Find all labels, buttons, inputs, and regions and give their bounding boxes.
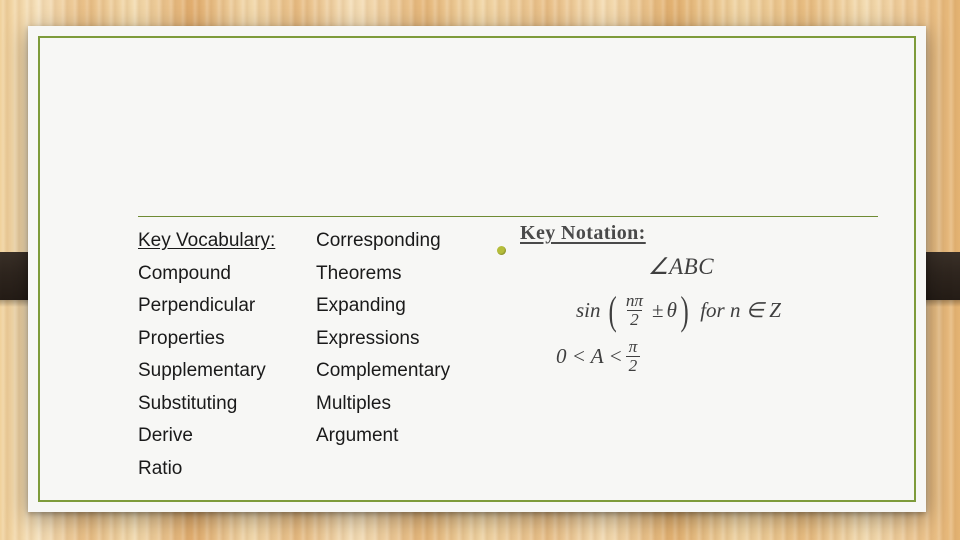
vocabulary-term: Argument — [316, 425, 399, 446]
vocabulary-term: Corresponding — [316, 230, 441, 251]
vocabulary-term: Complementary — [316, 360, 451, 381]
fraction-denominator: 2 — [625, 356, 641, 375]
vocabulary-term: Multiples — [316, 392, 391, 414]
vocabulary-term: Ratio — [138, 457, 183, 479]
vocabulary-term: Perpendicular — [138, 295, 256, 316]
key-vocabulary-block: Key Vocabulary: Corresponding Compound T… — [138, 225, 508, 485]
inequality-left: 0 < A < — [556, 344, 623, 369]
vocabulary-term: Expanding — [316, 295, 406, 316]
pi-over-two-fraction: π 2 — [625, 337, 641, 375]
vocabulary-term: Compound — [138, 262, 231, 284]
fraction-denominator: 2 — [627, 310, 642, 329]
vocabulary-term: Supplementary — [138, 360, 266, 381]
vocabulary-term: Expressions — [316, 327, 420, 349]
notation-angle-abc: ∠ABC — [648, 254, 715, 279]
slide-page: Key Vocabulary: Corresponding Compound T… — [28, 26, 926, 512]
vocabulary-term: Theorems — [316, 262, 402, 284]
vocabulary-term: Properties — [138, 327, 225, 349]
vocabulary-term — [316, 453, 508, 486]
vocabulary-row: Compound Theorems — [138, 258, 508, 291]
key-notation-heading: Key Notation: — [520, 222, 646, 244]
vocabulary-row: Ratio — [138, 453, 508, 486]
notation-inequality: 0 < A < π 2 — [556, 337, 643, 375]
fraction-numerator: π — [628, 337, 638, 356]
sine-condition: for n ∈ Z — [700, 298, 781, 323]
vocabulary-row: Supplementary Complementary — [138, 355, 508, 388]
vocabulary-term: Derive — [138, 425, 193, 446]
fraction-numerator: nπ — [625, 291, 644, 310]
vocabulary-term: Substituting — [138, 392, 238, 414]
vocabulary-row: Key Vocabulary: Corresponding — [138, 225, 508, 258]
bullet-icon — [497, 246, 506, 255]
notation-sine-formula: sin ( nπ 2 ± θ ) for n ∈ Z — [572, 287, 781, 333]
slide-content: Key Vocabulary: Corresponding Compound T… — [28, 26, 926, 512]
open-paren: ( — [608, 287, 617, 333]
vocabulary-row: Properties Expressions — [138, 323, 508, 356]
n-pi-over-two-fraction: nπ 2 — [623, 291, 646, 329]
vocabulary-row: Substituting Multiples — [138, 388, 508, 421]
vocabulary-row: Perpendicular Expanding — [138, 290, 508, 323]
plus-minus-operator: ± — [652, 298, 664, 323]
key-vocabulary-heading: Key Vocabulary: — [138, 230, 276, 251]
vocabulary-row: Derive Argument — [138, 420, 508, 453]
sine-function-name: sin — [576, 298, 601, 323]
key-notation-block: Key Notation: ∠ABC sin ( nπ 2 ± θ ) for … — [497, 222, 850, 375]
theta-symbol: θ — [666, 298, 677, 323]
horizontal-divider — [138, 216, 878, 217]
close-paren: ) — [680, 287, 689, 333]
